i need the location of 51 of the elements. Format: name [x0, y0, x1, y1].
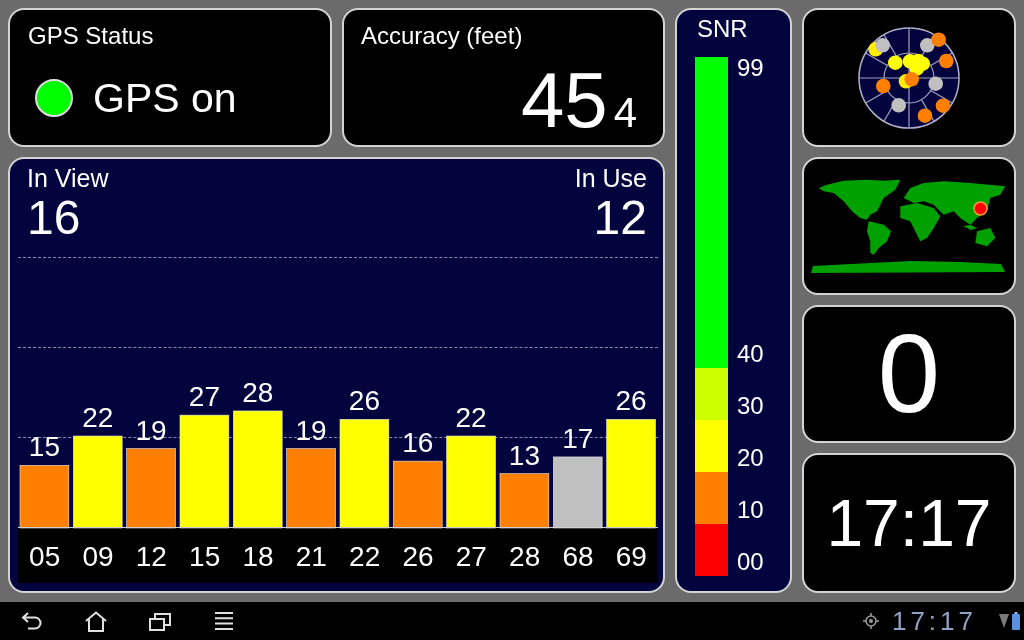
clock-time: 17:17	[826, 485, 992, 561]
number-value: 0	[877, 314, 941, 434]
bar-value-label: 15	[28, 431, 60, 463]
bar-value-label: 17	[562, 422, 594, 454]
bar-value-label: 13	[508, 439, 540, 471]
satellite-id-label: 18	[242, 541, 274, 572]
satellite-id-label: 28	[509, 541, 541, 572]
accuracy-value: 45	[520, 60, 608, 140]
satellite-id-label: 68	[562, 541, 594, 572]
snr-scale-label: 30	[737, 393, 764, 419]
accuracy-decimal: 4	[613, 90, 637, 136]
in-use-count: 12	[593, 193, 647, 243]
bar-value-label: 26	[348, 385, 380, 417]
panel-title: Accuracy (feet)	[361, 22, 523, 50]
bar-value-label: 22	[455, 402, 487, 434]
gps-icon	[862, 613, 879, 629]
battery-icon	[1012, 612, 1020, 630]
menu-icon	[215, 612, 233, 630]
signal-icon	[999, 613, 1009, 629]
snr-scale-label: 40	[737, 341, 764, 367]
satellite-id-label: 09	[82, 541, 114, 572]
satellite-id-label: 15	[189, 541, 221, 572]
snr-title: SNR	[697, 15, 748, 43]
bar-value-label: 27	[188, 381, 220, 413]
status-bar-time: 17:17	[891, 606, 977, 636]
snr-scale-label: 00	[737, 549, 764, 575]
satellite-id-label: 26	[402, 541, 434, 572]
bar-value-label: 28	[242, 376, 274, 408]
satellite-id-label: 22	[349, 541, 381, 572]
in-view-count: 16	[27, 193, 81, 243]
location-marker-icon	[973, 201, 988, 216]
home-icon	[85, 610, 107, 632]
bar-value-label: 16	[402, 427, 434, 459]
bar-value-label: 19	[135, 414, 167, 446]
in-view-label: In View	[27, 163, 109, 193]
snr-scale-label: 20	[737, 445, 764, 471]
satellite-id-label: 21	[295, 541, 327, 572]
gps-status-text: GPS on	[93, 74, 237, 122]
snr-scale-label: 10	[737, 497, 764, 523]
panel-title: GPS Status	[28, 22, 154, 50]
satellite-id-label: 27	[455, 541, 487, 572]
recent-apps-icon	[149, 611, 171, 631]
in-use-label: In Use	[574, 163, 647, 193]
back-icon	[21, 611, 43, 631]
bar-value-label: 22	[82, 402, 114, 434]
snr-scale-label: 99	[737, 55, 764, 81]
bar-value-label: 26	[615, 385, 647, 417]
bar-value-label: 19	[295, 414, 327, 446]
satellite-id-label: 12	[135, 541, 167, 572]
satellite-id-label: 05	[29, 541, 61, 572]
satellite-id-label: 69	[615, 541, 647, 572]
